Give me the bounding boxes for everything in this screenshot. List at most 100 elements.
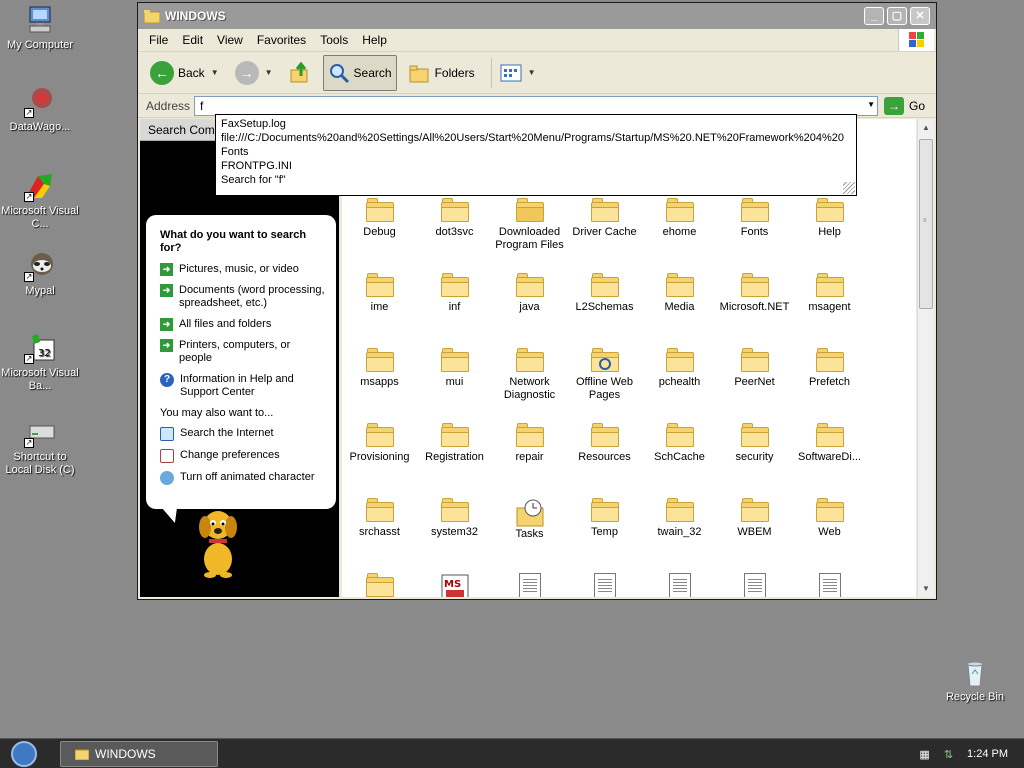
- close-button[interactable]: ✕: [910, 7, 930, 25]
- autocomplete-item[interactable]: FaxSetup.log: [221, 117, 851, 131]
- vertical-scrollbar[interactable]: ▲ ≡ ▼: [917, 119, 934, 597]
- folder-icon: [590, 498, 619, 522]
- keyboard-icon[interactable]: ▦: [919, 748, 929, 761]
- search-option-all-files[interactable]: ➜ All files and folders: [160, 318, 326, 331]
- file-item[interactable]: Downloaded Program Files: [492, 195, 567, 270]
- file-item[interactable]: Driver Cache: [567, 195, 642, 270]
- autocomplete-item[interactable]: file:///C:/Documents%20and%20Settings/Al…: [221, 131, 851, 145]
- back-button[interactable]: ← Back ▼: [146, 55, 223, 91]
- file-item[interactable]: SoftwareDi...: [792, 420, 867, 495]
- file-item[interactable]: msapps: [342, 345, 417, 420]
- file-item[interactable]: L2Schemas: [567, 270, 642, 345]
- file-item[interactable]: security: [717, 420, 792, 495]
- file-item[interactable]: twain_32: [642, 495, 717, 570]
- file-item[interactable]: inf: [417, 270, 492, 345]
- file-item[interactable]: pchealth: [642, 345, 717, 420]
- folder-icon: [665, 198, 694, 222]
- file-item[interactable]: Resources: [567, 420, 642, 495]
- file-item[interactable]: repair: [492, 420, 567, 495]
- autocomplete-item[interactable]: Search for "f": [221, 173, 851, 187]
- search-internet-link[interactable]: Search the Internet: [160, 427, 326, 441]
- chevron-down-icon[interactable]: ▼: [867, 100, 875, 109]
- file-item[interactable]: [792, 570, 867, 597]
- file-item[interactable]: Media: [642, 270, 717, 345]
- desktop-icon-recycle-bin[interactable]: Recycle Bin: [935, 656, 1015, 704]
- file-item[interactable]: [717, 570, 792, 597]
- search-option-printers[interactable]: ➜ Printers, computers, or people: [160, 339, 326, 365]
- file-item[interactable]: Fonts: [717, 195, 792, 270]
- file-item[interactable]: MS: [417, 570, 492, 597]
- file-item[interactable]: srchasst: [342, 495, 417, 570]
- taskbar-window-button[interactable]: WINDOWS: [60, 741, 218, 767]
- network-icon[interactable]: ⇅: [944, 748, 953, 761]
- change-preferences-link[interactable]: Change preferences: [160, 449, 326, 463]
- file-item[interactable]: Registration: [417, 420, 492, 495]
- desktop-icon-label: Recycle Bin: [945, 691, 1005, 703]
- chevron-down-icon[interactable]: ▼: [265, 68, 273, 77]
- menu-tools[interactable]: Tools: [313, 33, 355, 47]
- minimize-button[interactable]: _: [864, 7, 884, 25]
- views-button[interactable]: ▼: [496, 55, 540, 91]
- turn-off-character-link[interactable]: Turn off animated character: [160, 471, 326, 485]
- file-item[interactable]: Offline Web Pages: [567, 345, 642, 420]
- up-folder-button[interactable]: [285, 55, 315, 91]
- file-item[interactable]: WBEM: [717, 495, 792, 570]
- desktop-icon-visual-c[interactable]: ↗ Microsoft Visual C...: [0, 170, 80, 231]
- folders-button[interactable]: Folders: [405, 55, 479, 91]
- desktop-icon-my-computer[interactable]: My Computer: [0, 4, 80, 52]
- file-item[interactable]: Help: [792, 195, 867, 270]
- file-item[interactable]: msagent: [792, 270, 867, 345]
- desktop-icon-local-disk[interactable]: ↗ Shortcut to Local Disk (C): [0, 416, 80, 477]
- file-item[interactable]: Tasks: [492, 495, 567, 570]
- file-item[interactable]: SchCache: [642, 420, 717, 495]
- file-item[interactable]: Microsoft.NET: [717, 270, 792, 345]
- file-item[interactable]: [492, 570, 567, 597]
- go-button[interactable]: → Go: [884, 96, 925, 115]
- desktop-icon-visual-basic[interactable]: 32 ↗ Microsoft Visual Ba...: [0, 332, 80, 393]
- autocomplete-item[interactable]: Fonts: [221, 145, 851, 159]
- file-item[interactable]: system32: [417, 495, 492, 570]
- forward-button[interactable]: → ▼: [231, 55, 277, 91]
- title-bar[interactable]: WINDOWS _ ▢ ✕: [138, 3, 936, 29]
- start-button[interactable]: [4, 740, 44, 768]
- scrollbar-thumb[interactable]: ≡: [919, 139, 933, 309]
- search-option-documents[interactable]: ➜ Documents (word processing, spreadshee…: [160, 284, 326, 310]
- option-label: All files and folders: [179, 318, 272, 330]
- search-button[interactable]: Search: [322, 54, 397, 91]
- folder-icon: [815, 498, 844, 522]
- menu-edit[interactable]: Edit: [175, 33, 210, 47]
- file-item[interactable]: Temp: [567, 495, 642, 570]
- file-item[interactable]: java: [492, 270, 567, 345]
- file-item[interactable]: [567, 570, 642, 597]
- menu-help[interactable]: Help: [355, 33, 394, 47]
- file-item[interactable]: PeerNet: [717, 345, 792, 420]
- search-dog-character-icon[interactable]: [188, 499, 248, 579]
- desktop-icon-datawagon[interactable]: ↗ DataWago...: [0, 86, 80, 134]
- scroll-up-icon[interactable]: ▲: [918, 119, 934, 136]
- file-item[interactable]: [642, 570, 717, 597]
- file-item[interactable]: Debug: [342, 195, 417, 270]
- resize-grip[interactable]: [843, 182, 855, 194]
- menu-view[interactable]: View: [210, 33, 250, 47]
- file-item[interactable]: ime: [342, 270, 417, 345]
- file-item[interactable]: ehome: [642, 195, 717, 270]
- file-item[interactable]: [342, 570, 417, 597]
- file-item[interactable]: Network Diagnostic: [492, 345, 567, 420]
- clock[interactable]: 1:24 PM: [967, 748, 1008, 760]
- menu-file[interactable]: File: [142, 33, 175, 47]
- file-item[interactable]: Prefetch: [792, 345, 867, 420]
- maximize-button[interactable]: ▢: [887, 7, 907, 25]
- file-item[interactable]: mui: [417, 345, 492, 420]
- file-item[interactable]: Provisioning: [342, 420, 417, 495]
- chevron-down-icon[interactable]: ▼: [211, 68, 219, 77]
- autocomplete-item[interactable]: FRONTPG.INI: [221, 159, 851, 173]
- file-item[interactable]: dot3svc: [417, 195, 492, 270]
- desktop-icon-mypal[interactable]: ↗ Mypal: [0, 250, 80, 298]
- file-item-label: Debug: [363, 226, 396, 238]
- address-input[interactable]: f ▼: [194, 95, 878, 116]
- search-option-help[interactable]: ? Information in Help and Support Center: [160, 373, 326, 399]
- file-item[interactable]: Web: [792, 495, 867, 570]
- search-option-pictures[interactable]: ➜ Pictures, music, or video: [160, 263, 326, 276]
- scroll-down-icon[interactable]: ▼: [918, 580, 934, 597]
- menu-favorites[interactable]: Favorites: [250, 33, 313, 47]
